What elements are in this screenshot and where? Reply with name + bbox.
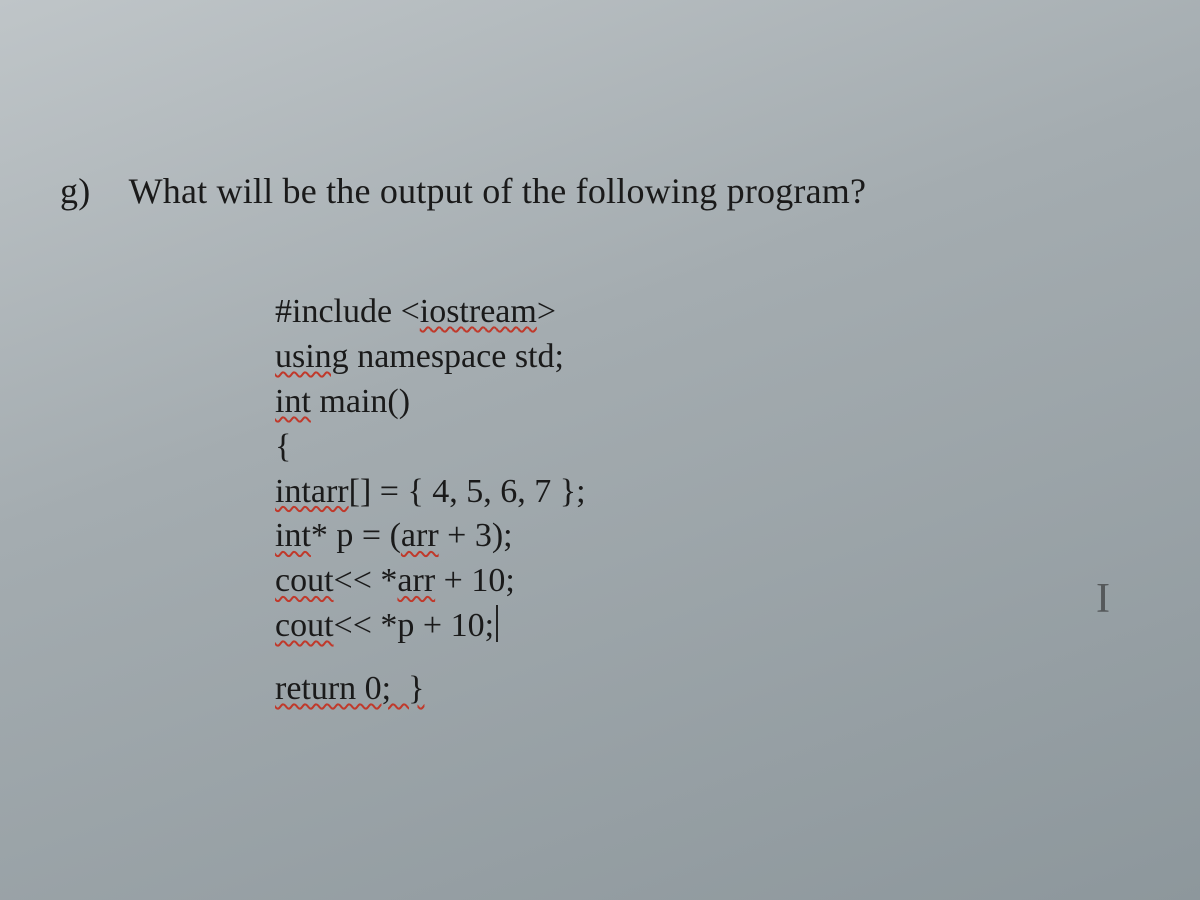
code-line-8: cout<< *p + 10; xyxy=(275,604,586,649)
code-line-2: using namespace std; xyxy=(275,335,586,380)
question-marker: g) xyxy=(60,170,120,212)
spellcheck-mark: int xyxy=(275,517,311,554)
code-line-5: intarr[] = { 4, 5, 6, 7 }; xyxy=(275,470,586,515)
code-line-6: int* p = (arr + 3); xyxy=(275,514,586,559)
spellcheck-mark: cout xyxy=(275,562,334,599)
spellcheck-mark: using xyxy=(275,338,349,375)
document-page: g) What will be the output of the follow… xyxy=(0,0,1200,900)
code-block: #include <iostream> using namespace std;… xyxy=(275,290,586,712)
spellcheck-mark: return 0; } xyxy=(275,670,424,707)
spellcheck-mark: cout xyxy=(275,607,334,644)
spellcheck-mark: intarr xyxy=(275,473,349,510)
mouse-ibeam-icon: I xyxy=(1096,575,1110,623)
spellcheck-mark: arr xyxy=(397,562,435,599)
question-text: What will be the output of the following… xyxy=(129,171,867,211)
text-cursor xyxy=(496,605,498,642)
code-line-7: cout<< *arr + 10; xyxy=(275,559,586,604)
code-line-4: { xyxy=(275,425,586,470)
question-line: g) What will be the output of the follow… xyxy=(60,170,866,212)
code-line-9: return 0; } xyxy=(275,667,586,712)
spellcheck-mark: arr xyxy=(401,517,439,554)
code-line-1: #include <iostream> xyxy=(275,290,586,335)
code-line-3: int main() xyxy=(275,380,586,425)
spellcheck-mark: int xyxy=(275,383,311,420)
spellcheck-mark: iostream xyxy=(420,293,537,330)
